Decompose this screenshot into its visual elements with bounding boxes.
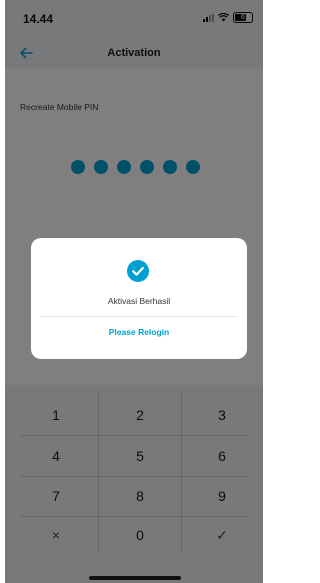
home-indicator[interactable] [89, 576, 181, 580]
success-dialog: Aktivasi Berhasil Please Relogin [31, 238, 247, 359]
check-circle-icon [127, 260, 149, 282]
relogin-button[interactable]: Please Relogin [31, 327, 247, 337]
app-screen: 14.44 6 Activation Recreate Mobile PIN [5, 0, 263, 583]
dialog-message: Aktivasi Berhasil [107, 296, 171, 306]
dialog-divider [41, 316, 237, 317]
